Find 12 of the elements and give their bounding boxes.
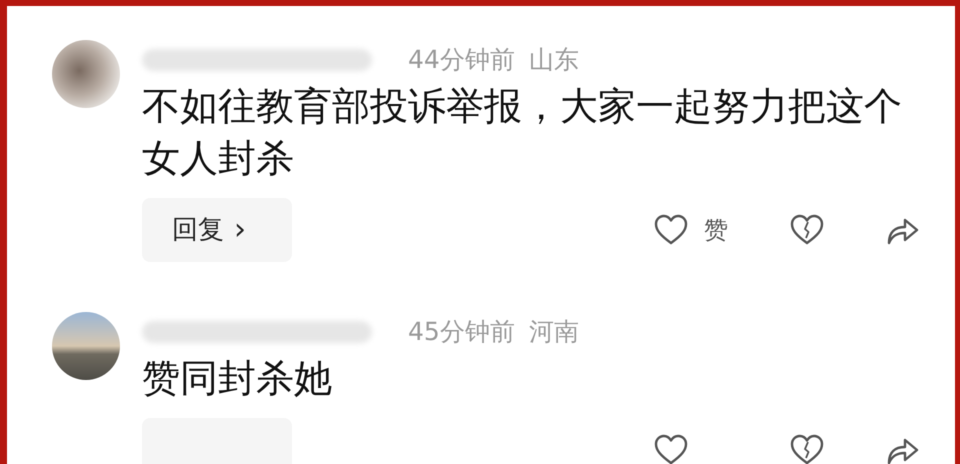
broken-heart-icon[interactable] (790, 214, 824, 246)
comment-text: 赞同封杀她 (142, 355, 333, 402)
comment-location: 山东 (528, 44, 579, 76)
reply-button[interactable]: 回复 › (142, 198, 292, 262)
comment-text: 不如往教育部投诉举报，大家一起努力把这个女人封杀 (142, 83, 903, 182)
heart-icon[interactable] (654, 434, 688, 464)
comment-time: 44分钟前 (408, 44, 515, 76)
comment-location: 河南 (528, 316, 579, 348)
broken-heart-icon[interactable] (790, 434, 824, 464)
like-label[interactable]: 赞 (704, 212, 728, 248)
heart-icon[interactable] (654, 214, 688, 246)
comment-time: 45分钟前 (408, 316, 515, 348)
